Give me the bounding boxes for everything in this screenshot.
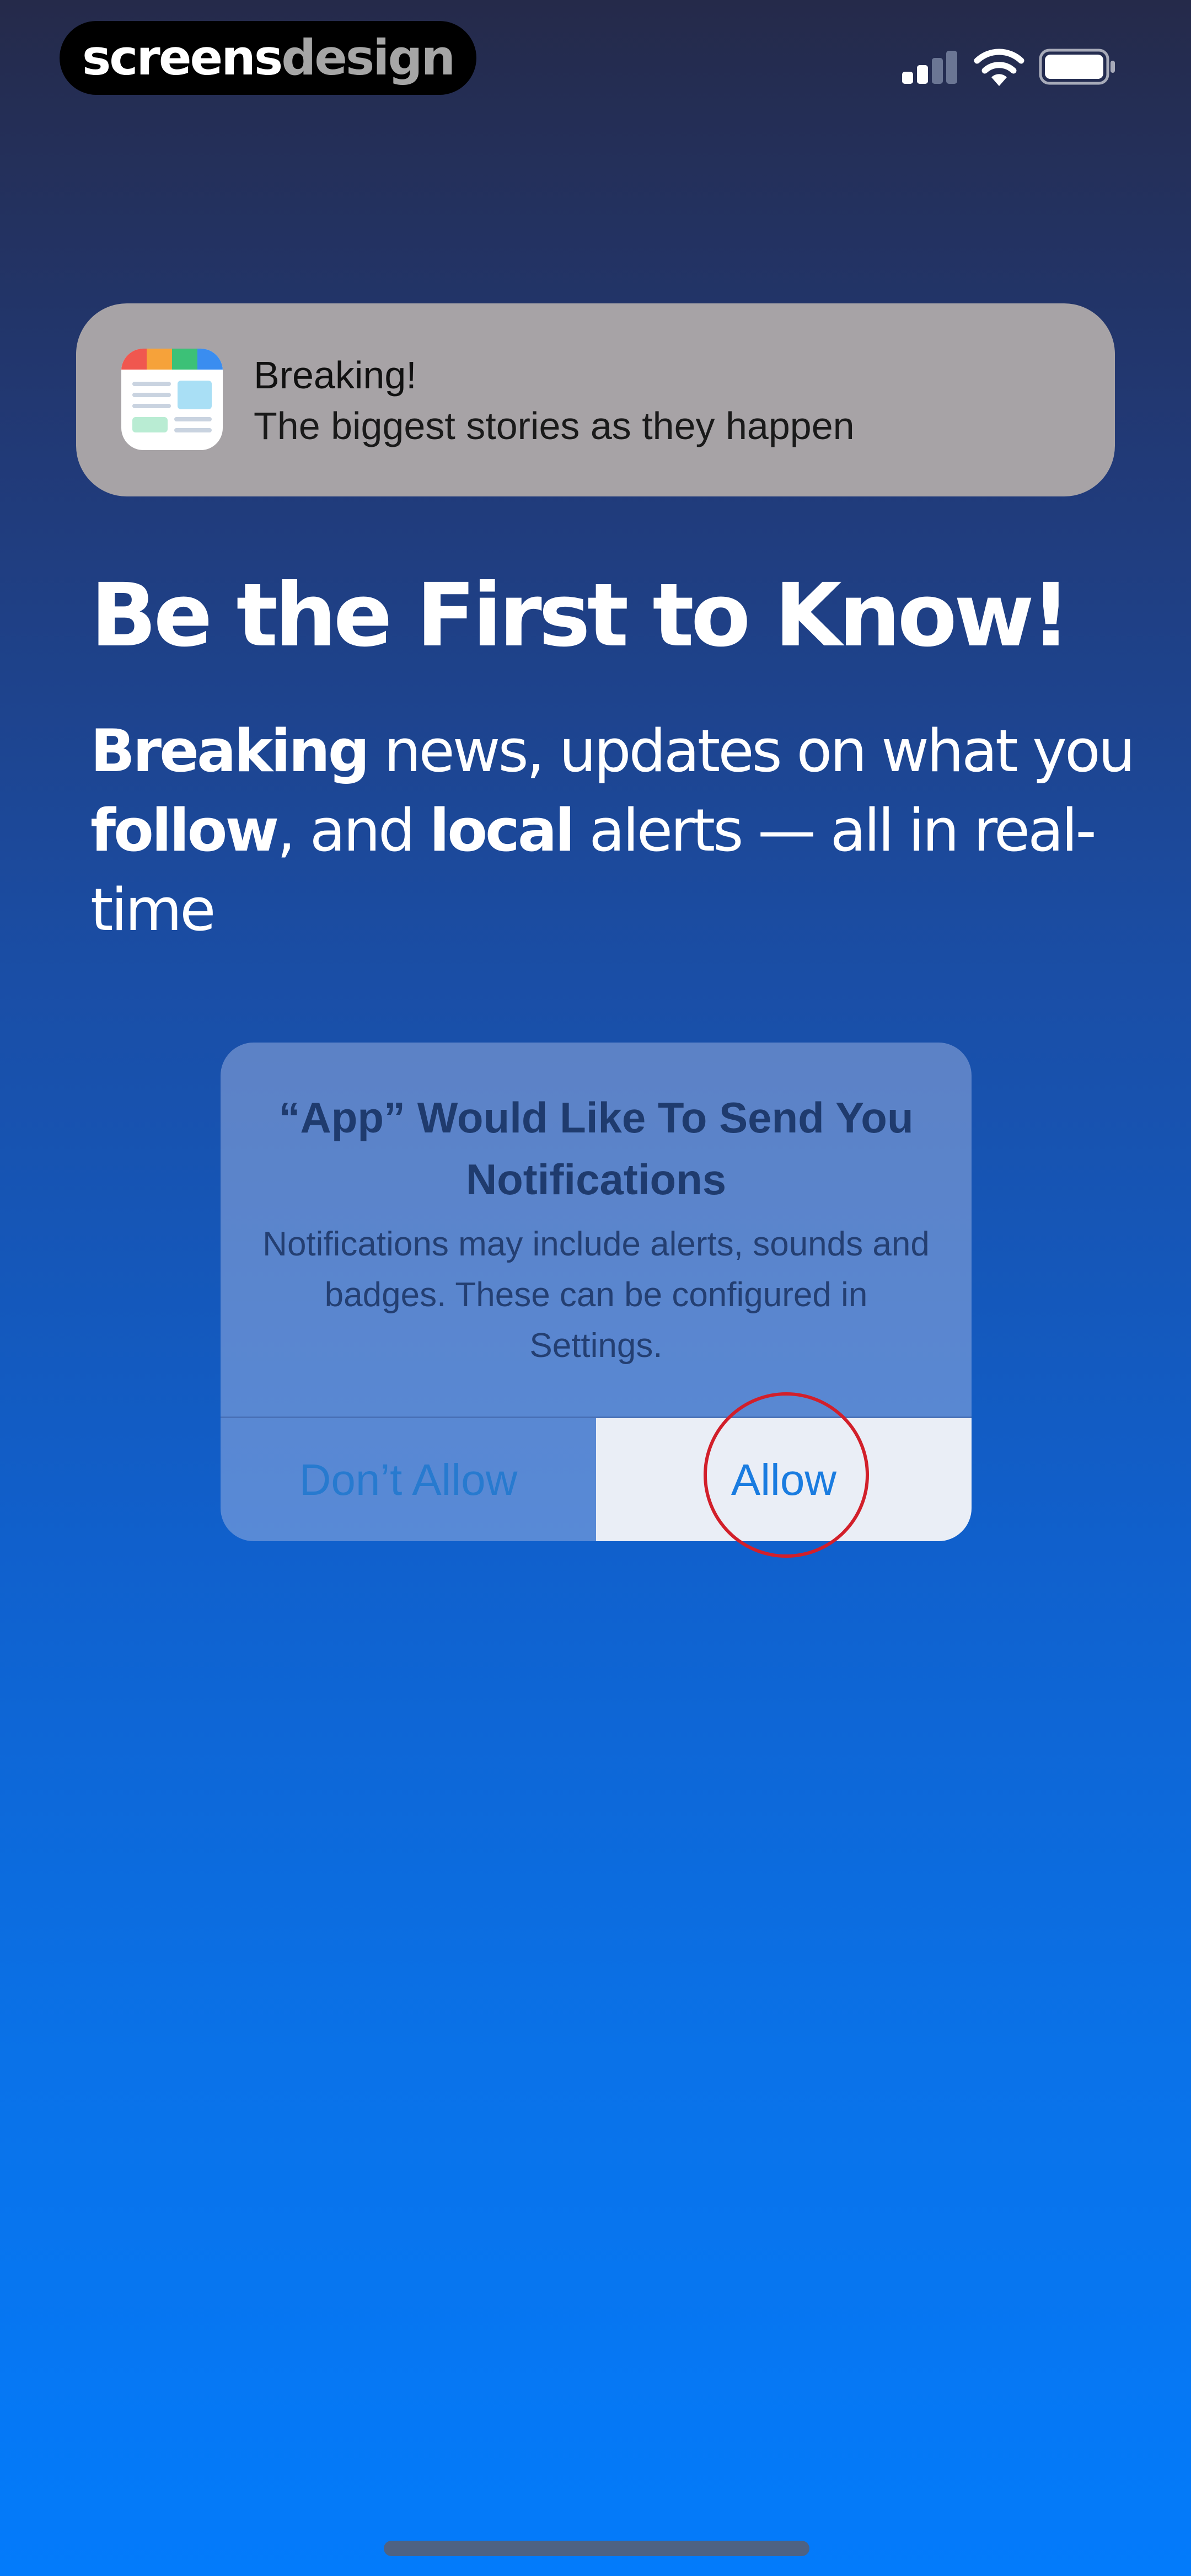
alert-message: Notifications may include alerts, sounds… [262,1225,930,1365]
wifi-icon [974,49,1024,86]
page-title: Be the First to Know! [90,565,1071,666]
alert-title: “App” Would Like To Send You Notificatio… [278,1093,914,1204]
notification-banner[interactable]: Breaking! The biggest stories as they ha… [76,303,1115,496]
logo-text-design: design [281,29,455,86]
logo-text-screens: screens [82,29,283,86]
dont-allow-button[interactable]: Don’t Allow [221,1418,596,1541]
page-subtitle: Breaking news, updates on what you follo… [90,712,1138,950]
notification-body: The biggest stories as they happen [254,404,855,447]
subtitle-text: , and [277,797,430,864]
subtitle-emphasis-breaking: Breaking [90,717,370,785]
subtitle-emphasis-local: local [429,797,575,864]
battery-icon [1039,49,1115,85]
screensdesign-logo: screensdesign [60,21,476,95]
subtitle-text: news, updates on what you [367,717,1135,785]
tap-highlight-circle [704,1392,869,1558]
news-app-icon [121,349,223,450]
notification-title: Breaking! [254,354,417,397]
signal-icon [902,51,957,84]
home-indicator[interactable] [384,2541,809,2556]
subtitle-emphasis-follow: follow [90,797,279,864]
